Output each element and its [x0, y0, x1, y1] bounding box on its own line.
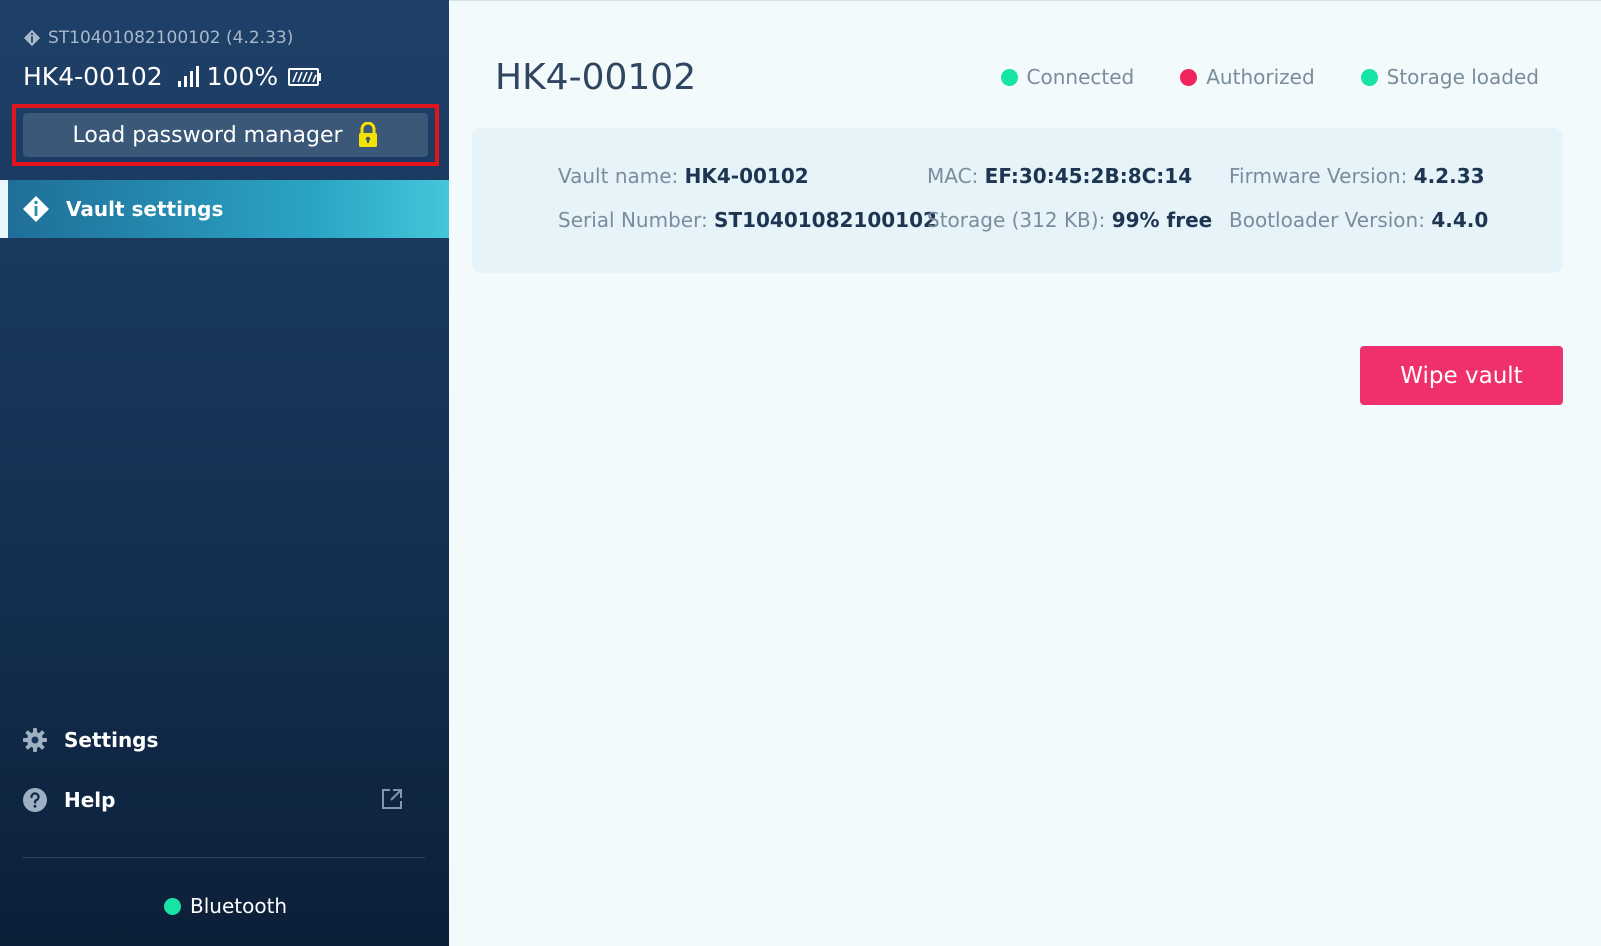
signal-bars-icon — [177, 65, 199, 87]
sidebar-item-label: Vault settings — [66, 197, 224, 221]
status-dot — [1360, 68, 1378, 86]
field-label: Serial Number: — [558, 208, 708, 232]
sidebar-item-help[interactable]: Help — [22, 787, 404, 813]
storage-field: Storage (312 KB): 99% free — [927, 208, 1212, 232]
field-value: ST10401082100102 — [714, 208, 937, 232]
sidebar-item-vault-settings[interactable]: Vault settings — [0, 180, 449, 238]
bootloader-version-field: Bootloader Version: 4.4.0 — [1229, 208, 1488, 232]
field-label: Storage (312 KB): — [927, 208, 1106, 232]
serial-number-field: Serial Number: ST10401082100102 — [558, 208, 937, 232]
main-content: HK4-00102 Connected Authorized Storage l… — [449, 0, 1601, 946]
status-connected: Connected — [1000, 65, 1135, 89]
diamond-info-icon — [23, 196, 49, 222]
status-authorized: Authorized — [1180, 65, 1315, 89]
field-value: HK4-00102 — [684, 164, 809, 188]
field-value: 4.4.0 — [1431, 208, 1489, 232]
field-label: MAC: — [927, 164, 979, 188]
status-dot — [1180, 68, 1198, 86]
vault-info-card: Vault name: HK4-00102 Serial Number: ST1… — [472, 128, 1563, 273]
load-password-manager-button[interactable]: Load password manager — [23, 113, 428, 157]
lock-icon — [358, 122, 377, 147]
field-value: 99% free — [1111, 208, 1213, 232]
field-label: Vault name: — [558, 164, 679, 188]
load-password-manager-highlight: Load password manager — [12, 104, 439, 166]
field-value: 4.2.33 — [1413, 164, 1485, 188]
device-status-row: HK4-00102 100% — [23, 62, 322, 91]
load-password-manager-label: Load password manager — [72, 122, 343, 148]
battery-icon — [288, 67, 322, 86]
page-title: HK4-00102 — [495, 57, 697, 98]
status-storage-loaded: Storage loaded — [1360, 65, 1539, 89]
question-circle-icon — [23, 788, 47, 812]
diamond-info-icon — [23, 29, 41, 47]
bluetooth-label: Bluetooth — [190, 894, 288, 918]
sidebar: ST10401082100102 (4.2.33) HK4-00102 100%… — [0, 0, 449, 946]
bluetooth-status: Bluetooth — [164, 894, 287, 918]
sidebar-divider — [22, 857, 425, 858]
external-link-icon[interactable] — [380, 787, 404, 811]
sidebar-item-label: Settings — [64, 728, 159, 752]
status-dot — [1000, 68, 1018, 86]
mac-field: MAC: EF:30:45:2B:8C:14 — [927, 164, 1192, 188]
status-label: Authorized — [1206, 65, 1315, 89]
device-serial-version-text: ST10401082100102 (4.2.33) — [48, 28, 294, 48]
device-name: HK4-00102 — [23, 62, 163, 91]
battery-percent: 100% — [206, 62, 279, 91]
vault-name-field: Vault name: HK4-00102 — [558, 164, 809, 188]
sidebar-item-settings[interactable]: Settings — [22, 727, 158, 753]
bluetooth-status-dot — [164, 897, 181, 915]
status-label: Storage loaded — [1386, 65, 1539, 89]
status-indicators: Connected Authorized Storage loaded — [1000, 65, 1539, 89]
gear-icon — [23, 728, 47, 752]
firmware-version-field: Firmware Version: 4.2.33 — [1229, 164, 1485, 188]
field-label: Firmware Version: — [1229, 164, 1408, 188]
status-label: Connected — [1026, 65, 1135, 89]
field-value: EF:30:45:2B:8C:14 — [984, 164, 1193, 188]
field-label: Bootloader Version: — [1229, 208, 1425, 232]
device-serial-version: ST10401082100102 (4.2.33) — [23, 28, 293, 48]
wipe-vault-button[interactable]: Wipe vault — [1360, 346, 1563, 405]
sidebar-item-label: Help — [64, 788, 116, 812]
